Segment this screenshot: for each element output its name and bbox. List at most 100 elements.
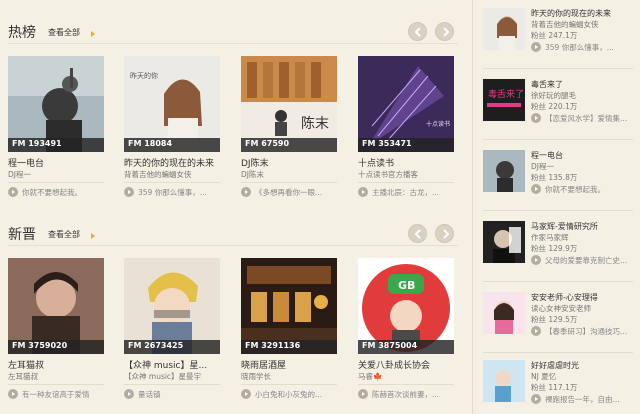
sidebar-ranking: 昨天的你的现在的未来 背着吉他的蝙蝠女侠 粉丝 247.1万 359 你那么懂事… [472, 0, 640, 414]
sidebar-latest-episode[interactable]: 父母的爱要靠克制亡史... [531, 255, 640, 267]
card-cover[interactable]: FM 193491 [8, 56, 104, 152]
cover-logo-text: 十点读书 [426, 120, 450, 128]
card-title[interactable]: 程一电台 [8, 156, 104, 169]
play-icon[interactable] [124, 187, 134, 197]
sidebar-item[interactable]: 好好虐虐时光 NJ 夏忆 粉丝 117.1万 裸跑报告一年，自由... [483, 360, 640, 414]
sidebar-item-host: 作家马家辉 [531, 233, 569, 242]
play-icon[interactable] [358, 187, 368, 197]
sidebar-thumb[interactable]: 毒舌来了 [483, 79, 525, 121]
hot-next-button[interactable] [435, 22, 454, 41]
cover-logo-text: 陈末 [301, 115, 329, 132]
card-cover[interactable]: GB FM 3875004 [358, 258, 454, 354]
new-card-zuoer[interactable]: FM 3759020 左耳猫叔 左耳猫叔 有一种友谊高于爱情 [8, 258, 104, 408]
sidebar-latest-episode[interactable]: 【恋爱风水学】爱情集... [531, 113, 640, 125]
card-host[interactable]: 背着吉他的蝙蝠女侠 [124, 169, 220, 180]
play-icon[interactable] [531, 113, 541, 123]
chevron-right-icon [443, 27, 450, 37]
card-cover[interactable]: FM 3291136 [241, 258, 337, 354]
card-title[interactable]: 十点读书 [358, 156, 454, 169]
chevron-left-icon [414, 27, 421, 37]
card-latest-episode[interactable]: 量话镇 [124, 389, 220, 401]
hot-card-chenmo[interactable]: 陈末 FM 67590 DJ陈末 DJ陈末 《多想再看你一眼... [241, 56, 337, 206]
card-title[interactable]: 关爱八卦成长协会 [358, 358, 454, 371]
card-cover[interactable]: FM 3759020 [8, 258, 104, 354]
hot-card-tenoclock[interactable]: 十点读书 FM 353471 十点读书 十点读书官方播客 主播北辰：古龙，... [358, 56, 454, 206]
card-cover[interactable]: 昨天的你 FM 18084 [124, 56, 220, 152]
card-host[interactable]: 【众神 music】星曼宇 [124, 371, 220, 382]
sidebar-item-name[interactable]: 毒舌来了 [531, 79, 563, 90]
card-host[interactable]: 十点读书官方播客 [358, 169, 454, 180]
sidebar-thumb[interactable] [483, 8, 525, 50]
sidebar-item-name[interactable]: 昨天的你的现在的未来 [531, 8, 611, 19]
sidebar-latest-episode[interactable]: 你就不要想起我。 [531, 184, 640, 196]
card-title[interactable]: 晓雨居酒屋 [241, 358, 337, 371]
hot-section-header: 热榜 查看全部 [8, 20, 458, 44]
sidebar-thumb[interactable] [483, 221, 525, 263]
play-icon[interactable] [531, 255, 541, 265]
card-host[interactable]: DJ程一 [8, 169, 104, 180]
play-icon[interactable] [8, 389, 18, 399]
sidebar-item[interactable]: 毒舌来了 毒舌来了 徐好玩的腿毛 粉丝 220.1万 【恋爱风水学】爱情集... [483, 79, 640, 135]
new-next-button[interactable] [435, 224, 454, 243]
card-latest-episode[interactable]: 陈赫首次谈前妻，... [358, 389, 454, 401]
chevron-right-icon [443, 229, 450, 239]
card-title[interactable]: 昨天的你的现在的未来 [124, 156, 220, 169]
card-host[interactable]: DJ陈末 [241, 169, 337, 180]
sidebar-item-name[interactable]: 马家辉-爱情研究所 [531, 221, 598, 232]
play-icon[interactable] [124, 389, 134, 399]
sidebar-item-host: DJ程一 [531, 162, 554, 171]
card-title[interactable]: DJ陈末 [241, 156, 337, 169]
triangle-right-icon [91, 233, 95, 239]
sidebar-item-host: 读心女神安安老师 [531, 304, 591, 313]
sidebar-thumb[interactable] [483, 150, 525, 192]
sidebar-item-fans: 粉丝 220.1万 [531, 102, 578, 111]
sidebar-latest-episode[interactable]: 裸跑报告一年，自由... [531, 394, 640, 406]
card-host[interactable]: 马睿🍁 [358, 371, 454, 382]
card-host[interactable]: 左耳猫叔 [8, 371, 104, 382]
card-latest-episode[interactable]: 小白兔和小灰兔的... [241, 389, 337, 401]
sidebar-item[interactable]: 昨天的你的现在的未来 背着吉他的蝙蝠女侠 粉丝 247.1万 359 你那么懂事… [483, 8, 640, 64]
play-icon[interactable] [8, 187, 18, 197]
play-icon[interactable] [358, 389, 368, 399]
thumb-image [483, 150, 525, 192]
card-latest-episode[interactable]: 你就不要想起我。 [8, 187, 104, 199]
hot-card-chengyi[interactable]: FM 193491 程一电台 DJ程一 你就不要想起我。 [8, 56, 104, 206]
sidebar-item-name[interactable]: 程一电台 [531, 150, 563, 161]
hot-card-yesterday[interactable]: 昨天的你 FM 18084 昨天的你的现在的未来 背着吉他的蝙蝠女侠 359 你… [124, 56, 220, 206]
card-title[interactable]: 左耳猫叔 [8, 358, 104, 371]
card-latest-episode[interactable]: 359 你那么懂事，... [124, 187, 220, 199]
play-icon[interactable] [241, 389, 251, 399]
sidebar-thumb[interactable] [483, 292, 525, 334]
sidebar-latest-episode[interactable]: 359 你那么懂事，... [531, 42, 640, 54]
play-icon[interactable] [531, 42, 541, 52]
card-latest-episode[interactable]: 主播北辰：古龙，... [358, 187, 454, 199]
new-see-all-link[interactable]: 查看全部 [48, 229, 80, 240]
sidebar-item-host: 徐好玩的腿毛 [531, 91, 576, 100]
play-icon[interactable] [531, 184, 541, 194]
new-card-xiaoyu[interactable]: FM 3291136 晓雨居酒屋 晓雨学长 小白兔和小灰兔的... [241, 258, 337, 408]
card-cover[interactable]: FM 2673425 [124, 258, 220, 354]
card-host[interactable]: 晓雨学长 [241, 371, 337, 382]
new-card-zhongshen[interactable]: FM 2673425 【众神 music】星... 【众神 music】星曼宇 … [124, 258, 220, 408]
hot-prev-button[interactable] [408, 22, 427, 41]
sidebar-item[interactable]: 安安老师-心安理得 读心女神安安老师 粉丝 129.5万 【春季研习】沟通技巧.… [483, 292, 640, 348]
cover-logo-text: 毒舌来了 [488, 88, 524, 100]
card-latest-episode[interactable]: 《多想再看你一眼... [241, 187, 337, 199]
sidebar-item-name[interactable]: 安安老师-心安理得 [531, 292, 598, 303]
sidebar-item-name[interactable]: 好好虐虐时光 [531, 360, 579, 371]
card-title[interactable]: 【众神 music】星... [124, 358, 220, 371]
new-prev-button[interactable] [408, 224, 427, 243]
card-latest-episode[interactable]: 有一种友谊高于爱情 [8, 389, 104, 401]
play-icon[interactable] [531, 326, 541, 336]
sidebar-item[interactable]: 程一电台 DJ程一 粉丝 135.8万 你就不要想起我。 [483, 150, 640, 206]
sidebar-item-host: NJ 夏忆 [531, 372, 557, 381]
card-cover[interactable]: 陈末 FM 67590 [241, 56, 337, 152]
sidebar-latest-episode[interactable]: 【春季研习】沟通技巧... [531, 326, 640, 338]
new-card-guanai[interactable]: GB FM 3875004 关爱八卦成长协会 马睿🍁 陈赫首次谈前妻，... [358, 258, 454, 408]
play-icon[interactable] [241, 187, 251, 197]
card-cover[interactable]: 十点读书 FM 353471 [358, 56, 454, 152]
play-icon[interactable] [531, 394, 541, 404]
hot-see-all-link[interactable]: 查看全部 [48, 27, 80, 38]
sidebar-item[interactable]: 马家辉-爱情研究所 作家马家辉 粉丝 129.9万 父母的爱要靠克制亡史... [483, 221, 640, 277]
sidebar-thumb[interactable] [483, 360, 525, 402]
